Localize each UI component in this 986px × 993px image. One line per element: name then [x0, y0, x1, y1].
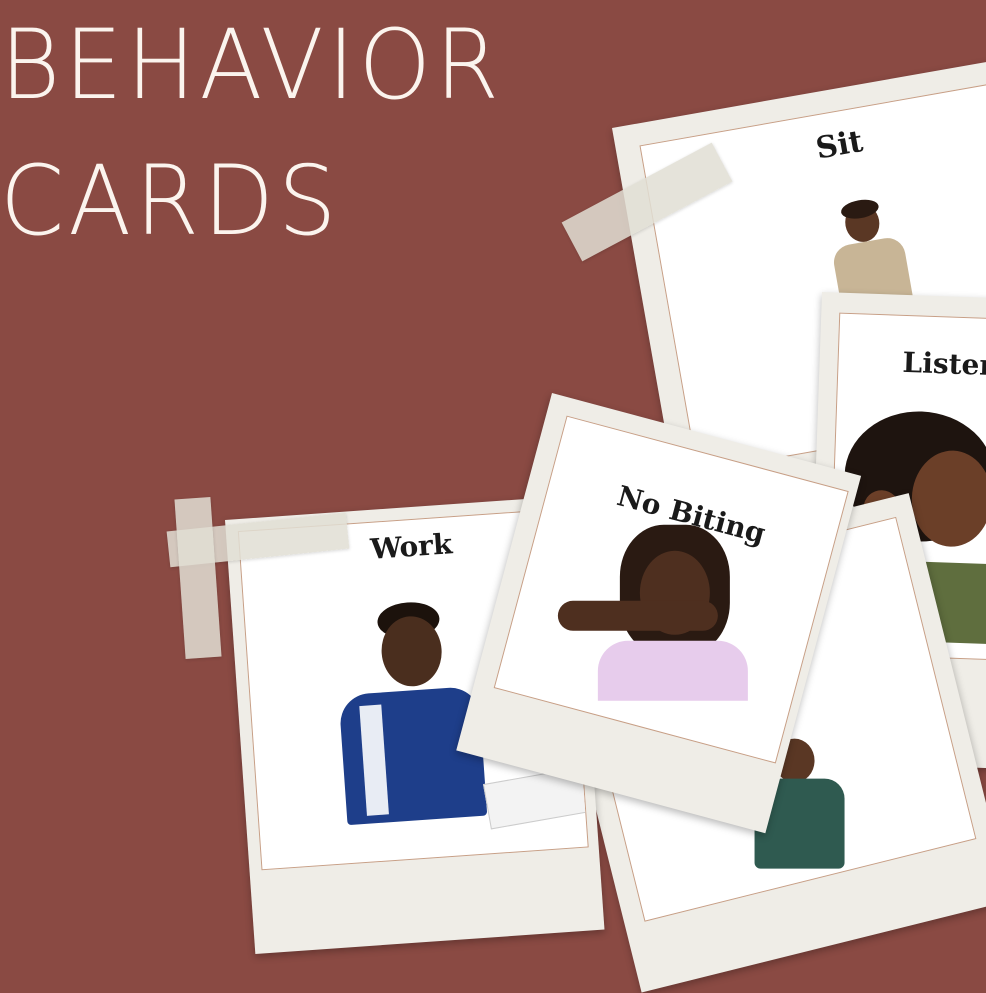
page-title: BEHAVIOR CARDS — [0, 0, 503, 266]
card-no-biting-photo: No Biting — [493, 415, 849, 764]
title-line-2: CARDS — [0, 144, 341, 258]
tape-work-vertical — [174, 496, 222, 660]
title-line-1: BEHAVIOR — [0, 8, 504, 122]
card-listen-label: Listen — [902, 345, 986, 383]
